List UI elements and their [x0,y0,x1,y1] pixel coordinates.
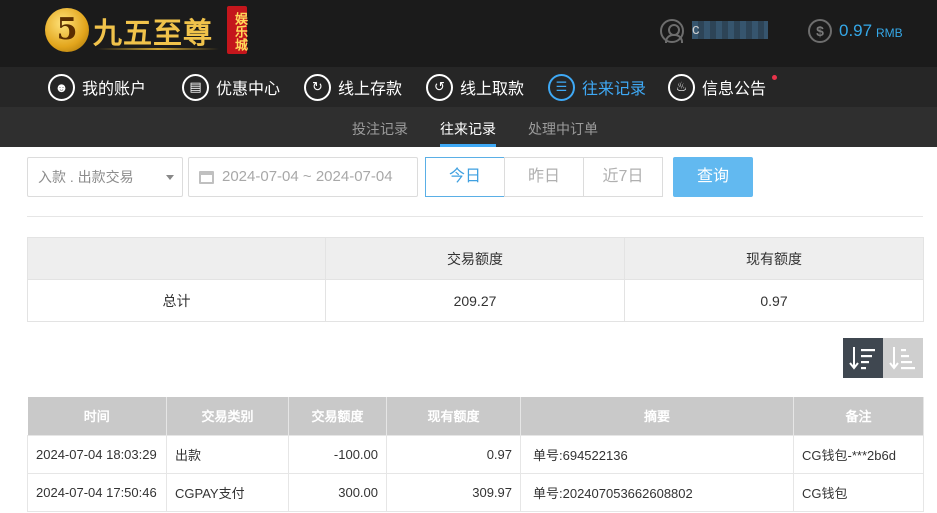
transaction-type-select[interactable]: 入款 . 出款交易 [27,157,183,197]
table-row: 2024-07-04 17:50:46 CGPAY支付 300.00 309.9… [27,472,924,512]
cell-note: CG钱包-***2b6d [793,434,924,474]
deposit-icon: ↻ [304,73,331,101]
query-button[interactable]: 查询 [673,157,753,197]
nav-item-label: 线上存款 [338,81,403,98]
column-header-summary: 摘要 [520,397,794,435]
nav-item-withdraw[interactable]: ↺ 线上取款 [426,73,524,101]
date-range-input[interactable]: 2024-07-04 ~ 2024-07-04 [188,157,418,197]
balance-unit: RMB [876,26,903,40]
nav-item-announcements[interactable]: ♨ 信息公告 [668,73,777,101]
summary-transaction-total: 209.27 [325,279,625,322]
cell-type: CGPAY支付 [166,472,289,512]
tab-bet-records[interactable]: 投注记录 [352,119,408,139]
summary-label: 总计 [27,279,326,322]
records-table: 时间 交易类别 交易额度 现有额度 摘要 备注 2024-07-04 18:03… [27,397,924,512]
summary-header-cell: 交易额度 [325,237,625,280]
logo-text: 九五至尊 [93,16,214,50]
summary-header-cell [27,237,326,280]
username-masked: c [692,21,768,39]
calendar-icon [199,171,214,184]
top-header: 5 九五至尊 娱乐城 c $ 0.97 RMB [0,0,937,67]
divider [27,216,923,217]
summary-header-row: 交易额度 现有额度 [27,237,924,280]
cell-amount: -100.00 [288,434,387,474]
range-7days-button[interactable]: 近7日 [583,157,663,197]
sort-descending-button[interactable] [843,338,883,378]
gift-icon: ▤ [182,73,209,101]
sort-descending-icon [849,347,875,370]
records-header-row: 时间 交易类别 交易额度 现有额度 摘要 备注 [27,397,924,435]
dollar-icon: $ [808,19,832,43]
nav-item-deposit[interactable]: ↻ 线上存款 [304,73,402,101]
cell-balance: 0.97 [386,434,521,474]
table-row: 2024-07-04 18:03:29 出款 -100.00 0.97 单号:6… [27,434,924,474]
summary-current-balance: 0.97 [624,279,924,322]
records-icon: ☰ [548,73,575,101]
logo-underline [97,48,219,50]
cell-time: 2024-07-04 17:50:46 [27,472,167,512]
notification-dot [772,75,777,80]
date-range-value: 2024-07-04 ~ 2024-07-04 [222,168,393,185]
chevron-down-icon [166,175,174,180]
nav-item-label: 往来记录 [582,81,647,98]
nav-item-label: 线上取款 [460,81,525,98]
user-icon [660,19,684,43]
summary-header-cell: 现有额度 [624,237,924,280]
bell-icon: ♨ [668,73,695,101]
column-header-balance: 现有额度 [386,397,521,435]
range-yesterday-button[interactable]: 昨日 [504,157,584,197]
nav-item-my-account[interactable]: ☻ 我的账户 [48,73,146,101]
tab-transaction-records[interactable]: 往来记录 [440,119,496,139]
sort-ascending-button[interactable] [883,338,923,378]
nav-item-label: 我的账户 [82,81,147,98]
cell-time: 2024-07-04 18:03:29 [27,434,167,474]
sort-ascending-icon [889,347,915,370]
column-header-time: 时间 [27,397,167,435]
cell-summary: 单号:694522136 [520,434,794,474]
cell-amount: 300.00 [288,472,387,512]
cell-summary: 单号:202407053662608802 [520,472,794,512]
nav-item-label: 优惠中心 [216,81,281,98]
sub-tabs: 投注记录 往来记录 处理中订单 [0,107,937,147]
withdraw-icon: ↺ [426,73,453,101]
logo-badge: 娱乐城 [227,6,247,54]
summary-row: 总计 209.27 0.97 [27,279,924,322]
main-nav: ☻ 我的账户 ▤ 优惠中心 ↻ 线上存款 ↺ 线上取款 ☰ 往来记录 ♨ 信息公… [0,67,937,107]
column-header-amount: 交易额度 [288,397,387,435]
cell-type: 出款 [166,434,289,474]
summary-table: 交易额度 现有额度 总计 209.27 0.97 [27,237,924,322]
tab-pending-orders[interactable]: 处理中订单 [528,119,598,139]
nav-item-records[interactable]: ☰ 往来记录 [548,73,646,101]
column-header-note: 备注 [793,397,924,435]
nav-item-label: 信息公告 [702,81,767,98]
column-header-type: 交易类别 [166,397,289,435]
cell-balance: 309.97 [386,472,521,512]
balance-display: $ 0.97 RMB [808,19,928,43]
nav-item-promotions[interactable]: ▤ 优惠中心 [182,73,280,101]
select-value: 入款 . 出款交易 [38,169,134,185]
user-icon: ☻ [48,73,75,101]
balance-value: 0.97 [839,21,873,40]
active-tab-indicator [440,144,496,147]
brand-logo[interactable]: 5 九五至尊 娱乐城 [45,6,255,56]
cell-note: CG钱包 [793,472,924,512]
logo-emblem: 5 [45,8,89,52]
range-today-button[interactable]: 今日 [425,157,505,197]
